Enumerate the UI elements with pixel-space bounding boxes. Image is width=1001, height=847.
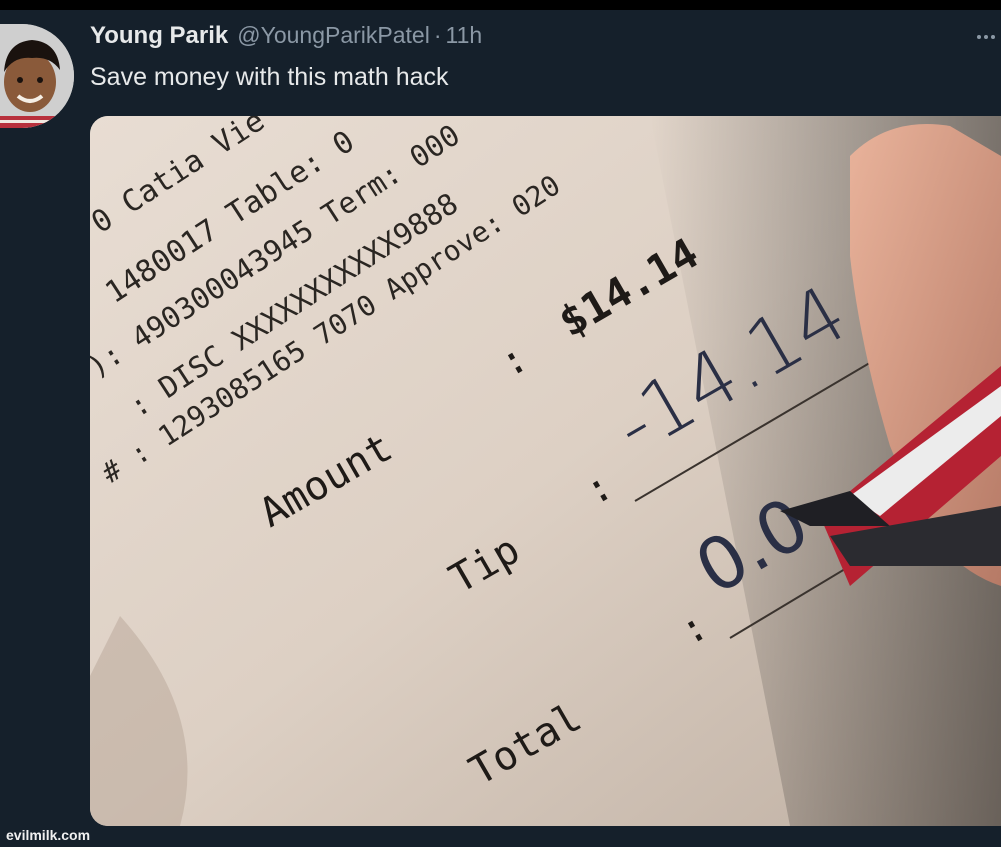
avatar[interactable]: [0, 24, 74, 128]
timestamp[interactable]: 11h: [446, 22, 483, 49]
top-bar: [0, 0, 1001, 10]
tweet-text: Save money with this math hack: [90, 63, 449, 91]
tweet-photo[interactable]: 0 Catia Vie 1480017 Table: 0 ): 49030004…: [90, 116, 1001, 826]
tweet-header: Young Parik @YoungParikPatel · 11h: [90, 22, 482, 52]
display-name[interactable]: Young Parik: [90, 22, 228, 50]
watermark: evilmilk.com: [6, 827, 91, 843]
separator-dot: ·: [433, 22, 442, 48]
user-handle[interactable]: @YoungParikPatel: [237, 22, 430, 49]
ellipsis-icon[interactable]: [972, 20, 1001, 50]
